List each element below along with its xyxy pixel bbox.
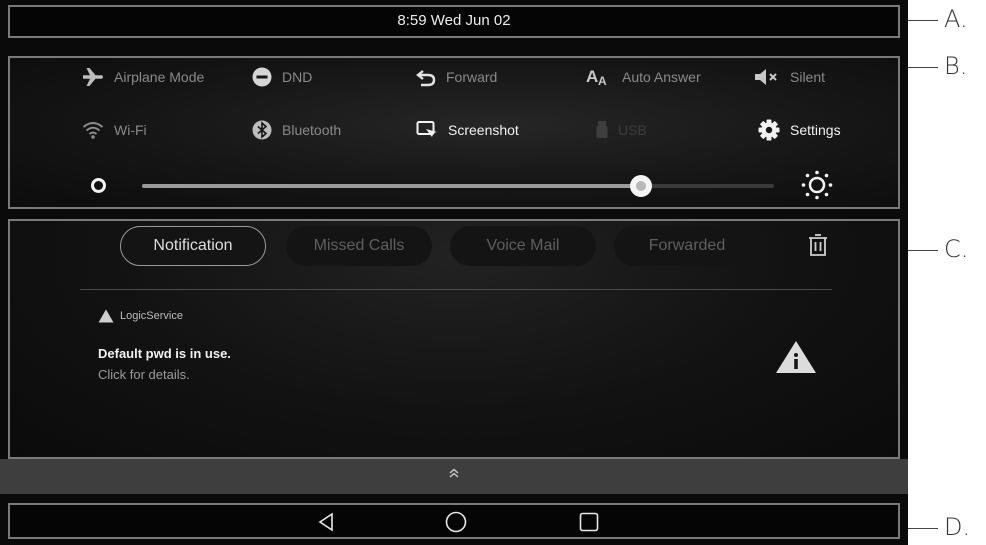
callout-line-d [908, 528, 938, 529]
dnd-icon [252, 67, 272, 87]
silent-icon [755, 69, 777, 85]
status-time: 8:59 Wed Jun 02 [397, 12, 511, 29]
notification-subtitle: Click for details. [98, 367, 190, 382]
trash-icon[interactable] [808, 233, 828, 257]
brightness-low-icon [91, 178, 106, 193]
tab-notification[interactable]: Notification [120, 226, 266, 266]
notification-source: LogicService [98, 309, 183, 323]
recents-button[interactable] [575, 509, 603, 535]
back-icon [318, 512, 333, 532]
bluetooth-toggle[interactable]: Bluetooth [252, 117, 341, 143]
recents-icon [579, 512, 599, 532]
tile-label: Forward [446, 69, 498, 85]
wifi-toggle[interactable]: Wi-Fi [82, 117, 147, 143]
divider [80, 289, 832, 290]
dnd-toggle[interactable]: DND [252, 64, 312, 90]
tile-label: USB [618, 122, 647, 138]
callout-line-b [908, 67, 938, 68]
bluetooth-icon [252, 120, 272, 140]
tile-label: Auto Answer [622, 69, 701, 85]
brightness-slider[interactable] [10, 170, 898, 200]
notification-title: Default pwd is in use. [98, 346, 231, 361]
screenshot-icon [416, 121, 437, 137]
quick-settings-panel: Airplane Mode DND Forward AA Auto Answer… [8, 56, 900, 209]
collapse-chevron-icon[interactable] [446, 465, 462, 485]
home-button[interactable] [442, 509, 470, 535]
phone-screen: 8:59 Wed Jun 02 Airplane Mode DND Forwar… [0, 0, 908, 545]
settings-button[interactable]: Settings [758, 117, 841, 143]
tile-label: Airplane Mode [114, 69, 205, 85]
silent-toggle[interactable]: Silent [754, 64, 825, 90]
tile-label: DND [282, 69, 313, 85]
wifi-icon [82, 122, 104, 139]
tab-forwarded[interactable]: Forwarded [614, 226, 760, 266]
status-bar: 8:59 Wed Jun 02 [8, 5, 900, 38]
tile-label: Bluetooth [282, 122, 342, 138]
screenshot-button[interactable]: Screenshot [416, 117, 519, 143]
navigation-bar [8, 503, 900, 539]
usb-icon [596, 121, 608, 138]
warning-triangle-icon [98, 309, 114, 323]
notification-panel: Notification Missed Calls Voice Mail For… [8, 219, 900, 459]
alert-icon [776, 341, 816, 373]
tab-voice-mail[interactable]: Voice Mail [450, 226, 596, 266]
tab-missed-calls[interactable]: Missed Calls [286, 226, 432, 266]
notification-source-name: LogicService [120, 310, 183, 322]
svg-text:A: A [598, 74, 607, 87]
back-button[interactable] [312, 509, 340, 535]
home-icon [445, 511, 467, 533]
brightness-high-icon [801, 170, 833, 200]
tile-label: Settings [790, 122, 841, 138]
forward-icon [416, 70, 436, 87]
brightness-thumb[interactable] [630, 175, 653, 197]
panel-handle-bar[interactable] [0, 459, 908, 494]
tile-label: Wi-Fi [114, 122, 147, 138]
tile-label: Silent [790, 69, 826, 85]
callout-line-a [908, 20, 938, 21]
callout-label-a: A. [944, 5, 968, 33]
airplane-mode-toggle[interactable]: Airplane Mode [82, 64, 204, 90]
callout-line-c [908, 250, 938, 251]
tile-label: Screenshot [448, 122, 519, 138]
callout-label-c: C. [944, 235, 969, 263]
auto-answer-icon: AA [586, 67, 607, 87]
brightness-track[interactable] [142, 175, 774, 197]
callout-label-b: B. [944, 52, 968, 80]
svg-text:A: A [586, 67, 598, 86]
airplane-icon [83, 68, 103, 86]
callout-label-d: D. [944, 513, 971, 541]
forward-toggle[interactable]: Forward [416, 64, 497, 90]
gear-icon [758, 119, 780, 141]
auto-answer-toggle[interactable]: AA Auto Answer [586, 64, 701, 90]
usb-toggle: USB [596, 117, 647, 143]
brightness-fill [142, 184, 642, 188]
